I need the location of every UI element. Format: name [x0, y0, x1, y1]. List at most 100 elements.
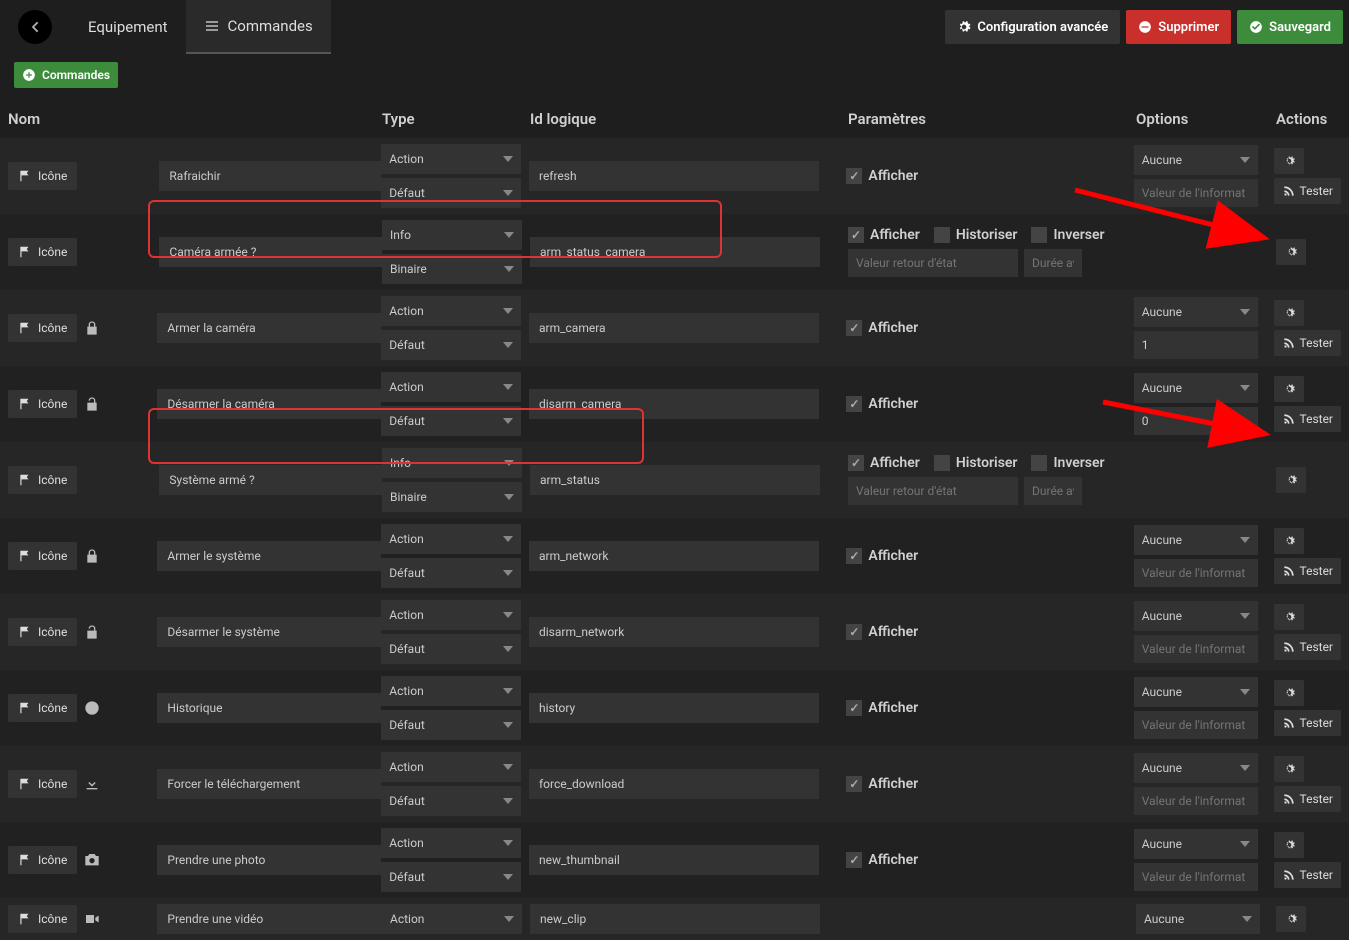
option-value-input[interactable]: [1134, 787, 1258, 815]
option-select[interactable]: Aucune: [1134, 677, 1258, 707]
type-select[interactable]: Action: [381, 296, 521, 326]
gear-action-button[interactable]: [1274, 376, 1304, 402]
tab-commandes[interactable]: Commandes: [186, 0, 331, 54]
afficher-checkbox[interactable]: Afficher: [846, 624, 918, 640]
name-input[interactable]: [157, 541, 381, 571]
option-select[interactable]: Aucune: [1134, 145, 1258, 175]
type-select[interactable]: Action: [381, 600, 521, 630]
option-select[interactable]: Aucune: [1134, 753, 1258, 783]
subtype-select[interactable]: Défaut: [381, 710, 521, 740]
subtype-select[interactable]: Défaut: [381, 634, 521, 664]
type-select[interactable]: Action: [381, 828, 521, 858]
historiser-checkbox[interactable]: Historiser: [934, 455, 1018, 471]
name-input[interactable]: [157, 617, 381, 647]
valeur-retour-input[interactable]: [848, 249, 1018, 277]
option-select[interactable]: Aucune: [1134, 601, 1258, 631]
tab-equipement[interactable]: Equipement: [70, 0, 186, 54]
tester-button[interactable]: Tester: [1274, 786, 1342, 812]
option-select[interactable]: Aucune: [1134, 297, 1258, 327]
gear-action-button[interactable]: [1274, 604, 1304, 630]
type-select[interactable]: Info: [382, 448, 522, 478]
type-select[interactable]: Info: [382, 220, 522, 250]
option-value-input[interactable]: [1134, 407, 1258, 435]
tester-button[interactable]: Tester: [1274, 406, 1342, 432]
name-input[interactable]: [159, 465, 382, 495]
icone-button[interactable]: Icône: [8, 466, 77, 494]
name-input[interactable]: [157, 693, 381, 723]
name-input[interactable]: [157, 904, 382, 934]
afficher-checkbox[interactable]: Afficher: [846, 168, 918, 184]
gear-action-button[interactable]: [1276, 239, 1306, 265]
option-select[interactable]: Aucune: [1134, 829, 1258, 859]
gear-action-button[interactable]: [1276, 906, 1306, 932]
id-logique-input[interactable]: [530, 237, 820, 267]
id-logique-input[interactable]: [529, 617, 819, 647]
valeur-retour-input[interactable]: [848, 477, 1018, 505]
tester-button[interactable]: Tester: [1274, 862, 1342, 888]
gear-action-button[interactable]: [1274, 148, 1304, 174]
name-input[interactable]: [157, 389, 381, 419]
commandes-add-button[interactable]: Commandes: [14, 62, 118, 88]
id-logique-input[interactable]: [529, 541, 819, 571]
icone-button[interactable]: Icône: [8, 694, 77, 722]
type-select[interactable]: Action: [381, 524, 521, 554]
afficher-checkbox[interactable]: Afficher: [846, 548, 918, 564]
icone-button[interactable]: Icône: [8, 542, 77, 570]
id-logique-input[interactable]: [530, 465, 820, 495]
id-logique-input[interactable]: [529, 389, 819, 419]
afficher-checkbox[interactable]: Afficher: [846, 700, 918, 716]
icone-button[interactable]: Icône: [8, 238, 77, 266]
option-select[interactable]: Aucune: [1134, 373, 1258, 403]
tester-button[interactable]: Tester: [1274, 178, 1342, 204]
option-select[interactable]: Aucune: [1134, 525, 1258, 555]
gear-action-button[interactable]: [1276, 467, 1306, 493]
subtype-select[interactable]: Défaut: [381, 558, 521, 588]
id-logique-input[interactable]: [529, 693, 819, 723]
name-input[interactable]: [159, 237, 382, 267]
tester-button[interactable]: Tester: [1274, 558, 1342, 584]
gear-action-button[interactable]: [1274, 528, 1304, 554]
inverser-checkbox[interactable]: Inverser: [1031, 227, 1104, 243]
gear-action-button[interactable]: [1274, 832, 1304, 858]
subtype-select[interactable]: Défaut: [381, 862, 521, 892]
option-value-input[interactable]: [1134, 179, 1258, 207]
option-value-input[interactable]: [1134, 635, 1258, 663]
gear-action-button[interactable]: [1274, 680, 1304, 706]
name-input[interactable]: [159, 161, 381, 191]
afficher-checkbox[interactable]: Afficher: [846, 320, 918, 336]
inverser-checkbox[interactable]: Inverser: [1031, 455, 1104, 471]
supprimer-button[interactable]: Supprimer: [1126, 10, 1231, 44]
duree-input[interactable]: [1024, 477, 1082, 505]
name-input[interactable]: [157, 769, 381, 799]
icone-button[interactable]: Icône: [8, 314, 77, 342]
option-value-input[interactable]: [1134, 863, 1258, 891]
icone-button[interactable]: Icône: [8, 905, 77, 933]
afficher-checkbox[interactable]: Afficher: [848, 455, 920, 471]
subtype-select[interactable]: Binaire: [382, 482, 522, 512]
name-input[interactable]: [157, 845, 381, 875]
option-select[interactable]: Aucune: [1136, 904, 1260, 934]
type-select[interactable]: Action: [382, 904, 522, 934]
duree-input[interactable]: [1024, 249, 1082, 277]
name-input[interactable]: [157, 313, 381, 343]
id-logique-input[interactable]: [529, 161, 819, 191]
option-value-input[interactable]: [1134, 711, 1258, 739]
subtype-select[interactable]: Défaut: [381, 178, 521, 208]
subtype-select[interactable]: Défaut: [381, 786, 521, 816]
icone-button[interactable]: Icône: [8, 390, 77, 418]
afficher-checkbox[interactable]: Afficher: [848, 227, 920, 243]
option-value-input[interactable]: [1134, 559, 1258, 587]
icone-button[interactable]: Icône: [8, 846, 77, 874]
type-select[interactable]: Action: [381, 372, 521, 402]
icone-button[interactable]: Icône: [8, 770, 77, 798]
afficher-checkbox[interactable]: Afficher: [846, 776, 918, 792]
type-select[interactable]: Action: [381, 144, 521, 174]
id-logique-input[interactable]: [530, 904, 820, 934]
tester-button[interactable]: Tester: [1274, 710, 1342, 736]
back-button[interactable]: [18, 10, 52, 44]
tester-button[interactable]: Tester: [1274, 330, 1342, 356]
tester-button[interactable]: Tester: [1274, 634, 1342, 660]
id-logique-input[interactable]: [529, 769, 819, 799]
subtype-select[interactable]: Binaire: [382, 254, 522, 284]
historiser-checkbox[interactable]: Historiser: [934, 227, 1018, 243]
